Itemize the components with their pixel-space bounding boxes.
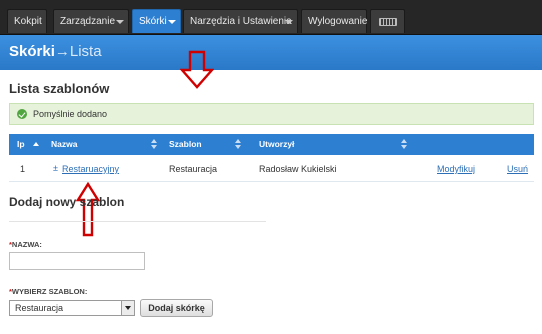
column-header-utworzyl[interactable]: Utworzył (259, 134, 294, 155)
chevron-down-icon (116, 20, 124, 24)
list-title: Lista szablonów (9, 81, 110, 96)
template-field-label: *WYBIERZ SZABLON: (9, 287, 87, 296)
cell-name-link[interactable]: Restaruacyjny (62, 164, 119, 174)
nav-item-wylogowanie[interactable]: Wylogowanie (301, 9, 367, 33)
divider (9, 221, 266, 222)
sort-icon[interactable] (235, 139, 241, 149)
chevron-down-icon[interactable] (121, 301, 134, 315)
expand-toggle[interactable]: ± (53, 163, 58, 173)
table-header: Ip Nazwa Szablon Utworzył (9, 134, 534, 155)
nav-item-narzedzia[interactable]: Narzędzia i Ustawienia (183, 9, 298, 33)
column-header-ip[interactable]: Ip (17, 134, 25, 155)
sort-icon[interactable] (401, 139, 407, 149)
nav-item-zarzadzanie[interactable]: Zarządzanie (53, 9, 129, 33)
form-title: Dodaj nowy szablon (9, 195, 125, 209)
add-skin-button[interactable]: Dodaj skórkę (140, 299, 213, 317)
template-label-text: WYBIERZ SZABLON: (11, 287, 88, 296)
template-select[interactable]: Restauracja (9, 300, 135, 316)
annotation-arrow-up-icon (76, 182, 100, 237)
alert-message: Pomyślnie dodano (33, 109, 108, 119)
nav-item-skorki[interactable]: Skórki (132, 9, 181, 33)
keyboard-icon (379, 18, 397, 26)
breadcrumb-page: Lista (69, 43, 102, 60)
sort-icon[interactable] (151, 139, 157, 149)
cell-template: Restauracja (169, 164, 218, 174)
table-row: 1 ± Restaruacyjny Restauracja Radosław K… (9, 155, 534, 182)
check-circle-icon (17, 109, 27, 119)
nav-item-label: Skórki (139, 16, 167, 27)
name-field-label: *NAZWA: (9, 240, 42, 249)
nav-item-label: Zarządzanie (60, 16, 116, 27)
delete-link[interactable]: Usuń (507, 164, 528, 174)
keyboard-button[interactable] (370, 9, 405, 33)
breadcrumb-separator: → (54, 43, 70, 60)
cell-created-by: Radosław Kukielski (259, 164, 337, 174)
sort-asc-icon[interactable] (33, 142, 39, 146)
nav-item-kokpit[interactable]: Kokpit (7, 9, 47, 33)
success-alert: Pomyślnie dodano (9, 103, 534, 125)
name-input[interactable] (9, 252, 145, 270)
page-title: Skórki→Lista (9, 43, 102, 60)
nav-item-label: Narzędzia i Ustawienia (190, 16, 292, 27)
template-select-value: Restauracja (15, 303, 64, 313)
modify-link[interactable]: Modyfikuj (437, 164, 475, 174)
cell-ip: 1 (20, 164, 26, 174)
column-header-nazwa[interactable]: Nazwa (51, 134, 77, 155)
nav-item-label: Kokpit (14, 16, 42, 27)
chevron-down-icon (285, 20, 293, 24)
breadcrumb-section: Skórki (9, 43, 55, 60)
nav-item-label: Wylogowanie (308, 16, 368, 27)
name-label-text: NAZWA: (11, 240, 42, 249)
top-navigation-bar: Kokpit Zarządzanie Skórki Narzędzia i Us… (0, 0, 542, 35)
column-header-szablon[interactable]: Szablon (169, 134, 202, 155)
annotation-arrow-down-icon (180, 50, 214, 89)
chevron-down-icon (168, 20, 176, 24)
